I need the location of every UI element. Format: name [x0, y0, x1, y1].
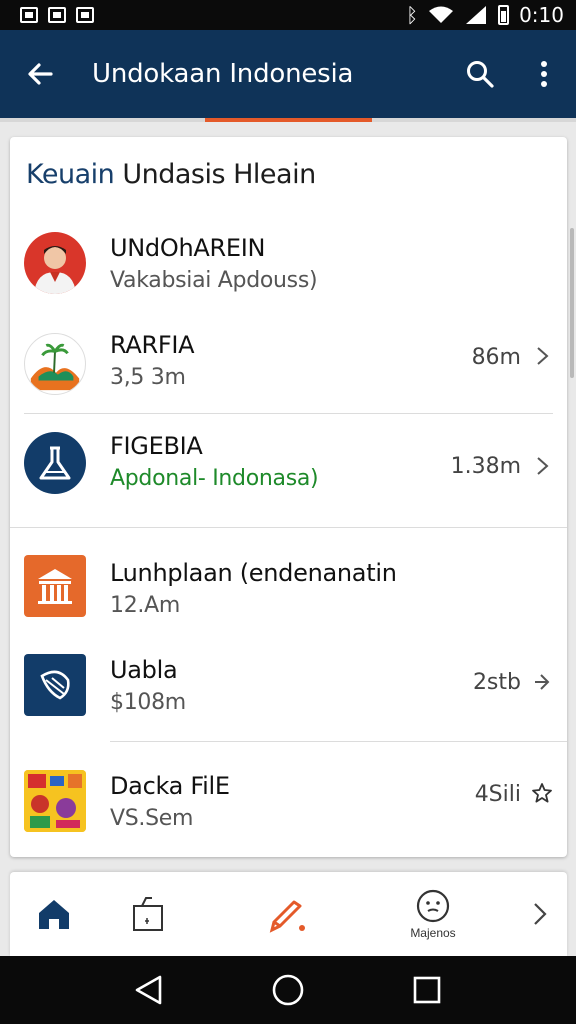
status-bar: ᛒ 0:10	[0, 0, 576, 30]
list-item-subtitle: $108m	[110, 690, 186, 715]
palm-landscape-icon	[24, 333, 86, 395]
card-heading-brand: Keuain	[26, 159, 115, 190]
list-item[interactable]: RARFIA 3,5 3m 86m	[10, 317, 567, 407]
face-icon	[416, 889, 450, 923]
card-heading-text: Undasis Hleain	[114, 159, 316, 190]
nav-more-button[interactable]	[520, 872, 560, 956]
triangle-back-icon	[136, 975, 162, 1005]
qr-icon	[20, 7, 38, 23]
overflow-menu-button[interactable]	[512, 30, 576, 118]
card-heading: Keuain Undasis Hleain	[26, 159, 316, 190]
list-item-title: Lunhplaan (endenanatin	[110, 559, 397, 587]
bottom-navigation: Majenos	[10, 872, 567, 956]
page-title: Undokaan Indonesia	[92, 59, 354, 89]
arrow-left-icon	[28, 63, 53, 85]
screenshot-icon	[48, 7, 66, 23]
list-item-meta: 4Sili	[474, 782, 521, 807]
scrollbar[interactable]	[570, 228, 574, 378]
home-icon	[39, 900, 69, 929]
system-home-button[interactable]	[264, 966, 312, 1014]
person-avatar-icon	[24, 232, 86, 294]
star-icon[interactable]	[531, 782, 553, 804]
colorful-thumbnail-icon	[24, 770, 86, 832]
list-item-meta: 1.38m	[450, 454, 521, 479]
system-recents-button[interactable]	[403, 966, 451, 1014]
divider	[110, 741, 567, 742]
nav-profile[interactable]: Majenos	[395, 872, 471, 956]
list-item-meta: 2stb	[472, 670, 521, 695]
list-item[interactable]: FIGEBIA Apdonal- Indonasa) 1.38m	[10, 420, 567, 510]
wifi-icon	[429, 6, 454, 23]
divider	[24, 413, 553, 414]
flask-icon	[24, 432, 86, 494]
list-item-title: RARFIA	[110, 331, 195, 359]
list-item-meta: 86m	[471, 345, 521, 370]
signal-icon	[466, 6, 487, 24]
edit-pencil-icon	[269, 900, 305, 933]
list-item[interactable]: Dacka FilE VS.Sem 4Sili	[10, 762, 567, 852]
list-item-subtitle: Apdonal- Indonasa)	[110, 466, 319, 491]
chevron-right-icon	[535, 674, 550, 690]
list-item-subtitle: 3,5 3m	[110, 365, 186, 390]
search-button[interactable]	[448, 30, 512, 118]
nav-edit[interactable]	[258, 872, 318, 956]
list-item-title: FIGEBIA	[110, 432, 203, 460]
system-navigation-bar	[0, 956, 576, 1024]
list-item[interactable]: Uabla $108m 2stb	[10, 642, 567, 732]
divider	[10, 527, 567, 528]
more-vert-icon	[541, 61, 547, 87]
tab-indicator-strip	[0, 118, 576, 122]
chevron-right-icon	[537, 457, 549, 475]
nav-bag[interactable]	[118, 872, 178, 956]
image-icon	[76, 7, 94, 23]
building-icon	[24, 555, 86, 617]
list-item-subtitle: VS.Sem	[110, 806, 194, 831]
list-item-title: UNdOhAREIN	[110, 234, 266, 262]
results-card: Keuain Undasis Hleain UNdOhAREIN Vakabsi…	[10, 137, 567, 857]
battery-icon	[498, 5, 510, 25]
search-icon	[467, 61, 494, 88]
list-item[interactable]: UNdOhAREIN Vakabsiai Apdouss)	[10, 220, 567, 310]
back-button[interactable]	[0, 30, 80, 118]
list-item-subtitle: Vakabsiai Apdouss)	[110, 268, 318, 293]
bag-icon	[133, 897, 163, 931]
nav-label: Majenos	[410, 926, 456, 940]
list-item-title: Uabla	[110, 656, 178, 684]
circle-home-icon	[272, 974, 304, 1006]
bluetooth-icon: ᛒ	[406, 3, 419, 27]
chevron-right-icon	[534, 903, 547, 925]
feather-icon	[24, 654, 86, 716]
list-item-subtitle: 12.Am	[110, 593, 180, 618]
chevron-right-icon	[537, 347, 549, 365]
system-back-button[interactable]	[125, 966, 173, 1014]
app-bar: Undokaan Indonesia	[0, 30, 576, 118]
nav-home[interactable]	[24, 872, 84, 956]
list-item-title: Dacka FilE	[110, 772, 230, 800]
active-tab-indicator	[205, 118, 372, 122]
status-time: 0:10	[519, 3, 564, 27]
square-recents-icon	[413, 976, 440, 1004]
list-item[interactable]: Lunhplaan (endenanatin 12.Am	[10, 545, 567, 635]
